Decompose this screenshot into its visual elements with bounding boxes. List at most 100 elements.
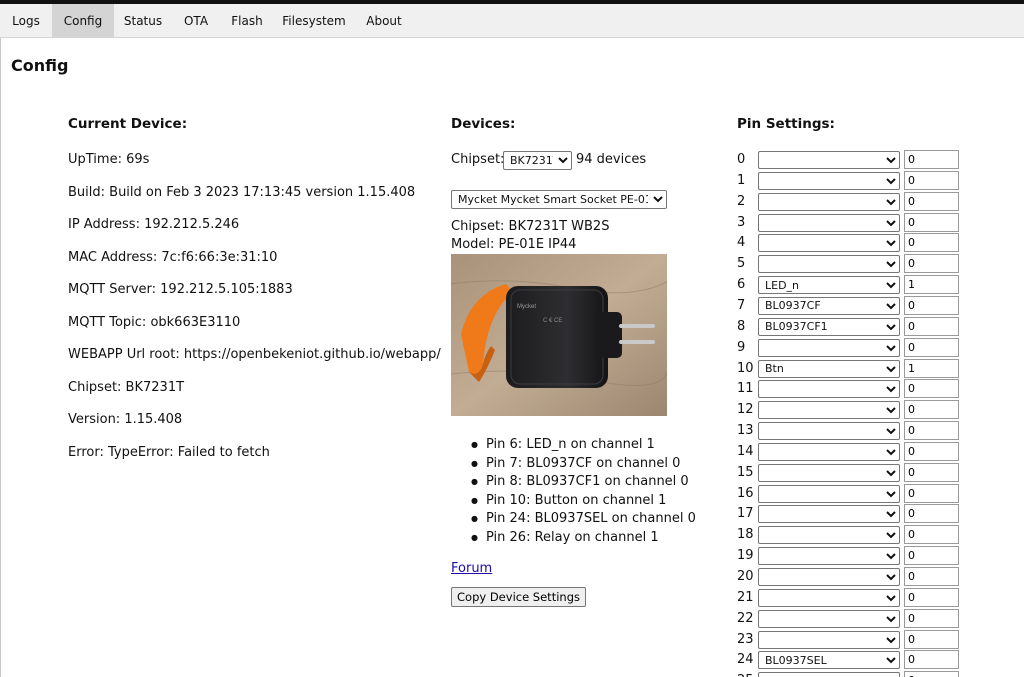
pin-channel-input[interactable] [904,421,959,441]
forum-link[interactable]: Forum [451,561,492,576]
pin-number: 10 [737,360,754,376]
pin-role-select[interactable] [758,171,900,190]
webapp-url-line: WEBAPP Url root: https://openbekeniot.gi… [68,347,441,362]
pin-role-select[interactable] [758,234,900,253]
pin-number: 25 [737,671,757,677]
pin-role-select[interactable] [758,547,900,566]
pin-channel-input[interactable] [904,441,959,461]
tab-status[interactable]: Status [114,4,172,38]
list-item: Pin 7: BL0937CF on channel 0 [471,455,696,474]
device-pin-list: Pin 6: LED_n on channel 1 Pin 7: BL0937C… [471,436,696,548]
pin-role-select[interactable]: BL0937CF [758,296,900,315]
device-select[interactable]: Mycket Mycket Smart Socket PE-01E IP44 [451,190,667,209]
pin-number: 1 [737,172,746,188]
pin-role-select[interactable] [758,526,900,545]
pin-number: 0 [737,152,746,167]
pin-number: 7 [737,297,746,313]
pin-channel-input[interactable] [904,295,959,315]
pin-role-select[interactable] [758,422,900,441]
pin-settings-title: Pin Settings: [737,116,835,132]
pin-channel-input[interactable] [904,546,959,566]
pin-channel-input[interactable] [904,316,959,336]
device-model-info: Model: PE-01E IP44 [451,237,577,252]
photo-mark-text: C € CE [543,318,562,324]
pin-channel-input[interactable] [904,233,959,253]
pin-number: 9 [737,339,746,355]
pin-role-select[interactable] [758,505,900,524]
pin-role-select[interactable] [758,338,900,357]
pin-channel-input[interactable] [904,170,959,190]
pin-number: 20 [737,569,754,584]
pin-channel-input[interactable] [904,337,959,357]
pin-channel-input[interactable] [904,567,959,586]
pin-role-select[interactable]: LED_n [758,276,900,295]
copy-device-settings-button[interactable]: Copy Device Settings [451,587,586,607]
pin-row: 14 [737,441,967,463]
build-line: Build: Build on Feb 3 2023 17:13:45 vers… [68,185,416,200]
pin-channel-input[interactable] [904,504,959,524]
pin-row: 13 [737,421,967,442]
pin-channel-input[interactable] [904,587,959,607]
pin-row: 25 [737,671,967,677]
list-item: Pin 10: Button on channel 1 [471,492,696,511]
pin-channel-input[interactable] [904,671,959,677]
pin-channel-input[interactable] [904,525,959,545]
version-line: Version: 1.15.408 [68,412,183,427]
tab-ota[interactable]: OTA [172,4,220,38]
pin-role-select[interactable] [758,463,900,482]
pin-number: 16 [737,485,754,501]
pin-role-select[interactable] [758,568,900,586]
pin-channel-input[interactable] [904,650,959,670]
pin-channel-input[interactable] [904,400,959,420]
pin-channel-input[interactable] [904,275,959,295]
pin-number: 6 [737,277,746,293]
pin-channel-input[interactable] [904,358,959,378]
pin-row: 16 [737,483,967,505]
pin-channel-input[interactable] [904,254,959,274]
pin-channel-input[interactable] [904,191,959,211]
pin-role-select[interactable] [758,151,900,169]
devices-title: Devices: [451,116,516,132]
pin-row: 6 LED_n [737,275,967,296]
ip-address-line: IP Address: 192.212.5.246 [68,217,240,232]
pin-channel-input[interactable] [904,629,959,649]
pin-row: 23 [737,629,967,651]
pin-role-select[interactable]: BL0937CF1 [758,317,900,336]
pin-role-select[interactable]: Btn [758,359,900,378]
pin-role-select[interactable] [758,213,900,232]
pin-number: 24 [737,652,754,668]
pin-role-select[interactable] [758,484,900,503]
tab-about[interactable]: About [354,4,414,38]
pin-channel-input[interactable] [904,483,959,503]
pin-channel-input[interactable] [904,212,959,232]
tab-flash[interactable]: Flash [220,4,274,38]
pin-number: 2 [737,193,746,209]
device-photo: Mycket C € CE [451,254,667,416]
pin-role-select[interactable] [758,609,900,628]
pin-row: 18 [737,525,967,546]
pin-channel-input[interactable] [904,608,959,628]
pin-role-select[interactable] [758,401,900,420]
list-item: Pin 26: Relay on channel 1 [471,529,696,548]
pin-channel-input[interactable] [904,462,959,482]
pin-role-select[interactable] [758,255,900,274]
pin-role-select[interactable] [758,588,900,607]
chipset-select[interactable]: BK7231T [503,151,572,170]
pin-role-select[interactable] [758,442,900,461]
pin-number: 19 [737,548,754,564]
pin-role-select[interactable] [758,380,900,399]
pin-row: 21 [737,587,967,609]
list-item: Pin 8: BL0937CF1 on channel 0 [471,473,696,492]
pin-row: 0 [737,150,967,171]
tab-filesystem[interactable]: Filesystem [274,4,354,38]
pin-role-select[interactable]: BL0937SEL [758,651,900,670]
tab-logs[interactable]: Logs [0,4,52,38]
tab-config[interactable]: Config [52,4,114,38]
pin-role-select[interactable] [758,192,900,211]
pin-row: 1 [737,170,967,192]
error-line: Error: TypeError: Failed to fetch [68,445,270,460]
pin-role-select[interactable] [758,630,900,649]
pin-channel-input[interactable] [904,379,959,399]
pin-channel-input[interactable] [904,150,959,169]
pin-role-select[interactable] [758,672,900,677]
